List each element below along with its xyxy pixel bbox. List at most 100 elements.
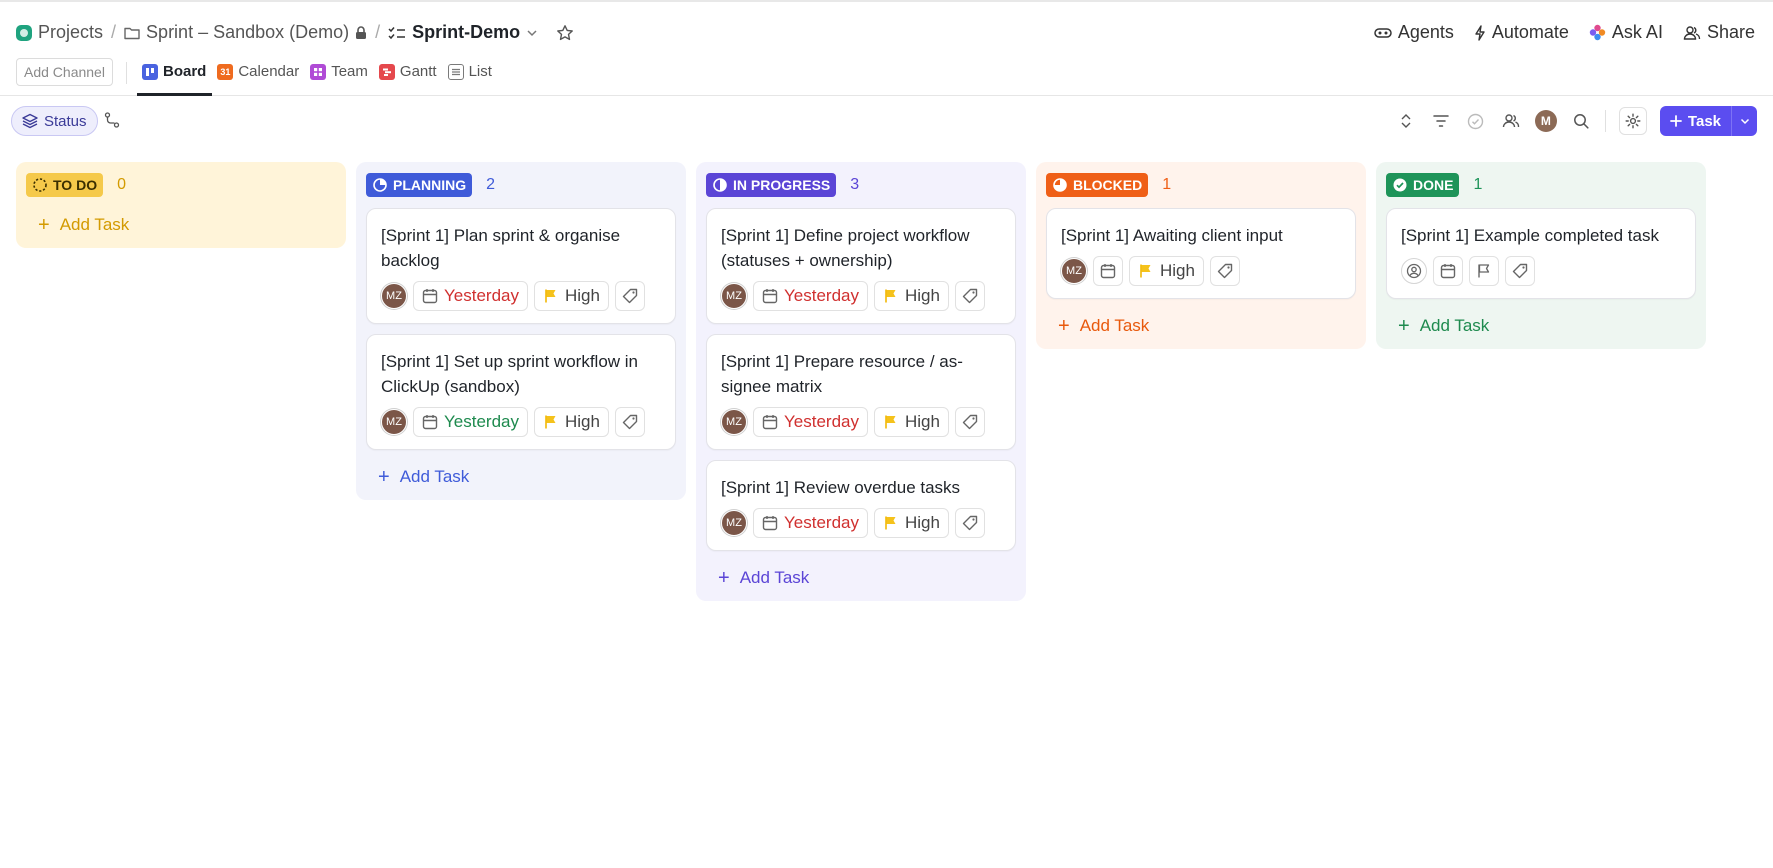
divider <box>1604 110 1606 132</box>
status-badge[interactable]: DONE <box>1386 173 1460 197</box>
breadcrumb-list[interactable]: Sprint-Demo <box>388 22 538 43</box>
gantt-icon <box>378 64 395 80</box>
due-date-chip[interactable]: Yesterday <box>413 407 528 437</box>
automate-button[interactable]: Automate <box>1474 22 1569 43</box>
task-title[interactable]: [Sprint 1] Example completed task <box>1401 223 1681 248</box>
tab-team[interactable]: Team <box>305 58 374 96</box>
due-date-chip[interactable]: Yesterday <box>753 508 868 538</box>
add-tag-button[interactable] <box>1505 256 1535 286</box>
board-column-to-do: TO DO 0 + Add Task <box>16 162 346 248</box>
add-task-link[interactable]: + Add Task <box>1398 313 1696 339</box>
status-badge[interactable]: TO DO <box>26 173 104 197</box>
add-tag-button[interactable] <box>954 281 985 311</box>
add-tag-button[interactable] <box>614 407 645 437</box>
star-icon[interactable] <box>556 24 574 42</box>
unassigned-user-icon[interactable] <box>1401 258 1427 284</box>
task-title[interactable]: [Sprint 1] Define project workflow (stat… <box>721 223 1001 273</box>
task-card[interactable]: [Sprint 1] Set up sprint workflow in Cli… <box>366 334 676 450</box>
space-logo-icon <box>16 24 32 41</box>
settings-gear-icon[interactable] <box>1618 107 1647 135</box>
task-title[interactable]: [Sprint 1] Prepare resource / as-signee … <box>721 349 1001 399</box>
breadcrumb-list-label: Sprint-Demo <box>412 22 521 42</box>
expand-collapse-icon[interactable] <box>1395 110 1417 132</box>
chevron-down-icon[interactable] <box>526 29 538 37</box>
add-tag-button[interactable] <box>954 407 985 437</box>
set-due-date-button[interactable] <box>1093 256 1123 286</box>
tab-board[interactable]: Board <box>137 58 213 96</box>
add-channel-button[interactable]: Add Channel <box>16 58 113 86</box>
task-options-dropdown[interactable] <box>1731 106 1757 136</box>
ai-sparkle-icon <box>1589 24 1606 41</box>
add-tag-button[interactable] <box>1209 256 1240 286</box>
task-title[interactable]: [Sprint 1] Review overdue tasks <box>721 475 1001 500</box>
task-title[interactable]: [Sprint 1] Plan sprint & organise backlo… <box>381 223 661 273</box>
breadcrumb-space[interactable]: Projects <box>16 22 103 43</box>
assignee-avatar[interactable]: MZ <box>381 283 407 309</box>
assignee-avatar[interactable]: MZ <box>1061 258 1087 284</box>
priority-chip[interactable]: High <box>873 508 949 538</box>
set-priority-button[interactable] <box>1469 256 1499 286</box>
priority-label: High <box>564 412 600 431</box>
share-label: Share <box>1706 22 1755 42</box>
assignee-avatar[interactable]: MZ <box>721 283 747 309</box>
tab-list[interactable]: List <box>443 58 498 96</box>
assignees-icon[interactable] <box>1500 110 1522 132</box>
tab-calendar[interactable]: 31 Calendar <box>212 58 305 96</box>
ask-ai-button[interactable]: Ask AI <box>1589 22 1663 43</box>
priority-chip[interactable]: High <box>533 281 609 311</box>
status-badge[interactable]: BLOCKED <box>1046 173 1149 197</box>
add-task-link[interactable]: + Add Task <box>1058 313 1356 339</box>
automate-label: Automate <box>1491 22 1569 42</box>
status-label: IN PROGRESS <box>733 177 831 193</box>
assignee-avatar[interactable]: MZ <box>721 510 747 536</box>
task-title[interactable]: [Sprint 1] Awaiting client input <box>1061 223 1341 248</box>
task-card[interactable]: [Sprint 1] Example completed task <box>1386 208 1696 299</box>
priority-chip[interactable]: High <box>873 281 949 311</box>
add-task-button-main[interactable]: Task <box>1660 106 1731 136</box>
add-task-button[interactable]: Task <box>1659 106 1757 136</box>
status-badge[interactable]: PLANNING <box>366 173 473 197</box>
add-task-link[interactable]: + Add Task <box>718 565 1016 591</box>
add-tag-button[interactable] <box>954 508 985 538</box>
priority-chip[interactable]: High <box>1129 256 1204 286</box>
tab-list-label: List <box>468 63 492 80</box>
add-task-link[interactable]: + Add Task <box>378 464 676 490</box>
priority-chip[interactable]: High <box>873 407 949 437</box>
task-count: 3 <box>850 176 860 193</box>
tab-calendar-label: Calendar <box>238 63 300 80</box>
task-card[interactable]: [Sprint 1] Plan sprint & organise backlo… <box>366 208 676 324</box>
group-by-status-button[interactable]: Status <box>11 106 98 136</box>
column-header: PLANNING 2 <box>366 172 676 198</box>
top-bar: Projects / Sprint – Sandbox (Demo) / Spr… <box>0 0 1773 58</box>
check-circle-icon[interactable] <box>1465 110 1487 132</box>
view-tabs: Board 31 Calendar Team Gantt List <box>137 58 498 96</box>
set-due-date-button[interactable] <box>1433 256 1463 286</box>
filter-icon[interactable] <box>1430 110 1452 132</box>
due-date-chip[interactable]: Yesterday <box>753 281 868 311</box>
due-date-label: Yesterday <box>444 286 519 305</box>
subtasks-route-icon[interactable] <box>104 112 120 128</box>
breadcrumb-separator: / <box>375 22 381 42</box>
search-icon[interactable] <box>1570 110 1592 132</box>
task-card[interactable]: [Sprint 1] Define project workflow (stat… <box>706 208 1016 324</box>
tab-gantt[interactable]: Gantt <box>374 58 443 96</box>
task-count: 2 <box>486 176 496 193</box>
assignee-avatar[interactable]: MZ <box>381 409 407 435</box>
share-button[interactable]: Share <box>1683 22 1755 43</box>
task-card[interactable]: [Sprint 1] Awaiting client input MZ High <box>1046 208 1356 299</box>
task-title[interactable]: [Sprint 1] Set up sprint workflow in Cli… <box>381 349 661 399</box>
assignee-avatar[interactable]: MZ <box>721 409 747 435</box>
agents-button[interactable]: Agents <box>1374 22 1454 43</box>
priority-chip[interactable]: High <box>533 407 609 437</box>
user-avatar[interactable]: M <box>1534 110 1557 132</box>
due-date-chip[interactable]: Yesterday <box>413 281 528 311</box>
layers-icon <box>22 113 38 129</box>
users-icon <box>1683 25 1701 41</box>
task-card[interactable]: [Sprint 1] Review overdue tasks MZ Yesterd… <box>706 460 1016 551</box>
due-date-chip[interactable]: Yesterday <box>753 407 868 437</box>
task-card[interactable]: [Sprint 1] Prepare resource / as-signee … <box>706 334 1016 450</box>
add-task-link[interactable]: + Add Task <box>38 212 336 238</box>
status-badge[interactable]: IN PROGRESS <box>706 173 837 197</box>
breadcrumb-folder[interactable]: Sprint – Sandbox (Demo) <box>124 22 367 43</box>
add-tag-button[interactable] <box>614 281 645 311</box>
